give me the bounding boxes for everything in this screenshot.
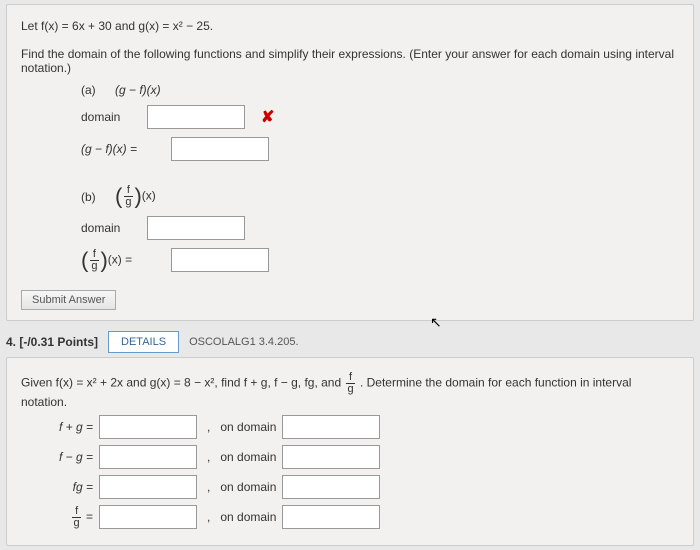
q4-reference: OSCOLALG1 3.4.205. bbox=[189, 336, 298, 348]
question-4-header: 4. [-/0.31 Points] DETAILS OSCOLALG1 3.4… bbox=[6, 331, 694, 353]
q4-fminusg-label: f − g = bbox=[41, 450, 93, 464]
q4-fminusg-expr-input[interactable] bbox=[99, 445, 197, 469]
q4-foverg-expr-input[interactable] bbox=[99, 505, 197, 529]
q4-fminusg-domain-input[interactable] bbox=[282, 445, 380, 469]
q4-fg-label: fg = bbox=[41, 480, 93, 494]
q3-a-domain-label: domain bbox=[81, 110, 141, 124]
q4-fplusg-domain-label: on domain bbox=[220, 420, 276, 434]
q4-row-foverg: fg = , on domain bbox=[41, 505, 679, 529]
q4-foverg-domain-label: on domain bbox=[220, 510, 276, 524]
q3-b-domain-label: domain bbox=[81, 221, 141, 235]
q3-instruction: Find the domain of the following functio… bbox=[21, 47, 679, 75]
q4-given: Given f(x) = x² + 2x and g(x) = 8 − x², … bbox=[21, 372, 679, 409]
q3-b-domain-input[interactable] bbox=[147, 216, 245, 240]
q4-fplusg-label: f + g = bbox=[41, 420, 93, 434]
q3-part-b-label: (b) bbox=[81, 190, 109, 204]
q3-a-expr-input[interactable] bbox=[171, 137, 269, 161]
q4-fplusg-expr-input[interactable] bbox=[99, 415, 197, 439]
q3-part-b-fn: (fg)(x) bbox=[115, 185, 156, 208]
wrong-icon: ✘ bbox=[261, 107, 274, 127]
q4-fplusg-domain-input[interactable] bbox=[282, 415, 380, 439]
q3-part-a-fn: (g − f)(x) bbox=[115, 83, 161, 97]
q3-a-domain-input[interactable] bbox=[147, 105, 245, 129]
q4-fg-expr-input[interactable] bbox=[99, 475, 197, 499]
q4-fg-domain-input[interactable] bbox=[282, 475, 380, 499]
question-3-panel: Let f(x) = 6x + 30 and g(x) = x² − 25. F… bbox=[6, 4, 694, 321]
q3-part-a-label: (a) bbox=[81, 83, 109, 97]
q3-b-expr-label: (fg)(x) = bbox=[81, 249, 165, 272]
q4-row-fg: fg = , on domain bbox=[41, 475, 679, 499]
question-4-panel: Given f(x) = x² + 2x and g(x) = 8 − x², … bbox=[6, 357, 694, 546]
q4-foverg-domain-input[interactable] bbox=[282, 505, 380, 529]
q3-a-expr-label: (g − f)(x) = bbox=[81, 142, 165, 156]
q4-row-fplusg: f + g = , on domain bbox=[41, 415, 679, 439]
q4-fminusg-domain-label: on domain bbox=[220, 450, 276, 464]
q4-foverg-label: fg = bbox=[41, 506, 93, 529]
q4-points: 4. [-/0.31 Points] bbox=[6, 335, 98, 349]
details-button[interactable]: DETAILS bbox=[108, 331, 179, 353]
q4-fg-domain-label: on domain bbox=[220, 480, 276, 494]
q3-let-statement: Let f(x) = 6x + 30 and g(x) = x² − 25. bbox=[21, 19, 679, 33]
q3-b-expr-input[interactable] bbox=[171, 248, 269, 272]
submit-answer-button[interactable]: Submit Answer bbox=[21, 290, 116, 310]
q4-row-fminusg: f − g = , on domain bbox=[41, 445, 679, 469]
